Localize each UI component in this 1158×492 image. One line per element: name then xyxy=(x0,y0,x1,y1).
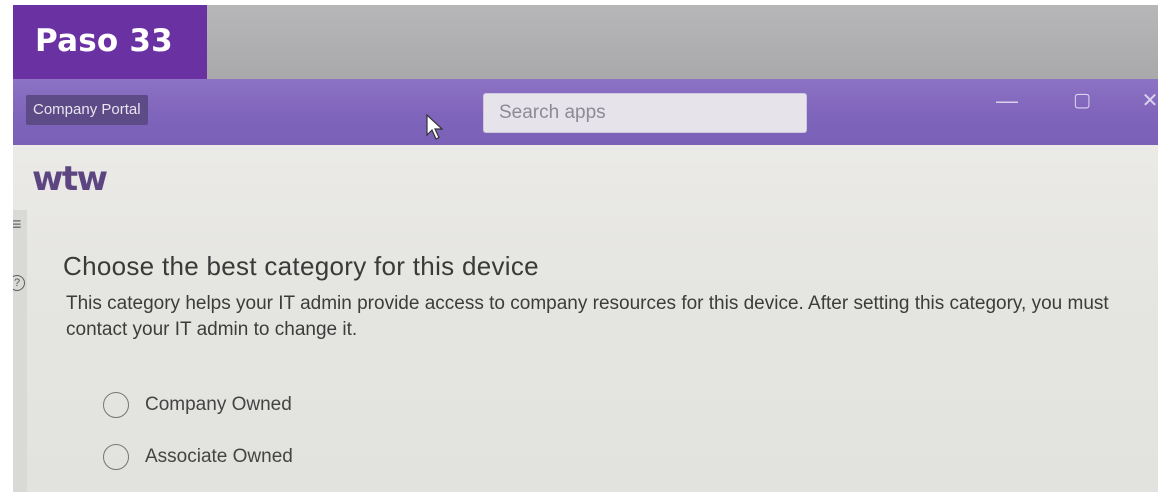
page-title: Choose the best category for this device xyxy=(63,251,539,281)
mouse-cursor-icon xyxy=(426,113,444,140)
radio-button[interactable] xyxy=(103,444,129,470)
window-titlebar: Company Portal Search apps — ▢ ✕ xyxy=(13,79,1158,145)
option-label: Company Owned xyxy=(145,394,292,415)
close-icon[interactable]: ✕ xyxy=(1136,89,1158,113)
background-above-window xyxy=(207,5,1158,79)
option-associate-owned[interactable]: Associate Owned xyxy=(103,443,293,471)
app-title: Company Portal xyxy=(26,95,148,125)
option-label: Associate Owned xyxy=(145,446,293,467)
hamburger-menu-icon[interactable]: ≡ xyxy=(13,214,22,234)
wtw-logo: wtw xyxy=(32,159,108,199)
sidebar xyxy=(13,210,27,492)
option-company-owned[interactable]: Company Owned xyxy=(103,391,292,419)
minimize-icon[interactable]: — xyxy=(993,89,1021,113)
content-area: wtw ≡ ? Choose the best category for thi… xyxy=(13,145,1158,492)
radio-button[interactable] xyxy=(103,392,129,418)
search-input[interactable]: Search apps xyxy=(483,93,807,133)
page-description: This category helps your IT admin provid… xyxy=(66,293,1109,340)
maximize-icon[interactable]: ▢ xyxy=(1068,89,1096,113)
step-badge: Paso 33 xyxy=(13,5,207,79)
